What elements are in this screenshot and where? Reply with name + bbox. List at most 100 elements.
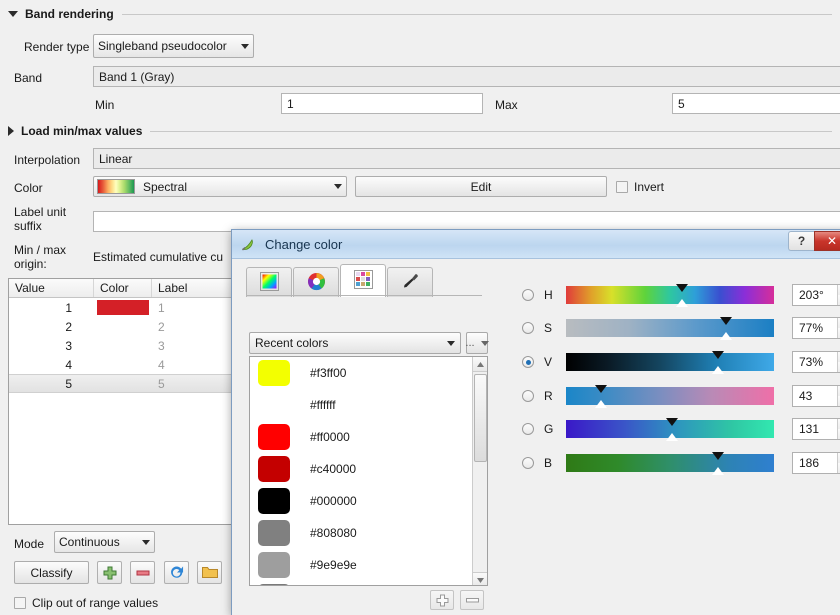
spinbox-r[interactable]: 43 [792,385,840,407]
color-scheme-combo[interactable]: Recent colors [249,332,461,354]
chevron-down-icon[interactable] [8,11,18,17]
tab-color-wheel[interactable] [293,267,339,297]
list-item[interactable]: #c40000 [250,453,473,485]
max-input[interactable]: 5 [672,93,840,114]
render-type-combo[interactable]: Singleband pseudocolor [93,34,254,58]
minmax-origin-label: Min / max origin: [14,243,67,271]
recent-colors-scrollbar[interactable] [472,357,487,585]
slider-handle-top[interactable] [711,351,724,359]
remove-class-button[interactable] [130,561,155,584]
slider-handle-bottom[interactable] [711,366,724,374]
spinbox-b[interactable]: 186 [792,452,840,474]
color-swatch[interactable] [258,360,290,386]
tab-color-swatch-grid[interactable] [340,264,386,297]
load-minmax-group-header[interactable]: Load min/max values [8,122,832,140]
checkbox-icon[interactable] [14,597,26,609]
cell-color[interactable] [94,300,152,315]
color-ramp-combo[interactable]: Spectral [93,176,347,197]
min-input[interactable]: 1 [281,93,483,114]
slider-track-s[interactable] [566,317,774,340]
radio-r[interactable] [522,390,534,402]
slider-handle-bottom[interactable] [676,299,689,307]
list-item[interactable] [250,581,473,585]
scrollbar-thumb[interactable] [474,374,487,462]
list-item[interactable]: #9e9e9e [250,549,473,581]
eyedropper-icon [401,272,420,294]
scroll-down-icon[interactable] [473,572,487,585]
color-swatch[interactable] [258,424,290,450]
color-swatch[interactable] [258,520,290,546]
slider-gradient [566,353,774,371]
slider-label-s: S [544,321,553,335]
remove-color-button[interactable] [460,590,484,610]
slider-handle-bottom[interactable] [720,332,733,340]
table-row[interactable]: 55 [9,374,232,393]
slider-track-g[interactable] [566,418,774,441]
slider-track-b[interactable] [566,452,774,475]
spinbox-v[interactable]: 73% [792,351,840,373]
list-item[interactable]: #f3ff00 [250,357,473,389]
slider-handle-top[interactable] [595,385,608,393]
radio-s[interactable] [522,322,534,334]
reload-button[interactable] [164,561,189,584]
radio-v[interactable] [522,356,534,368]
slider-label-g: G [544,422,554,436]
spinbox-s[interactable]: 77% [792,317,840,339]
close-button[interactable]: ✕ [814,231,840,251]
slider-handle-top[interactable] [720,317,733,325]
add-class-button[interactable] [97,561,122,584]
list-item[interactable]: #808080 [250,517,473,549]
radio-g[interactable] [522,423,534,435]
spinbox-g[interactable]: 131 [792,418,840,440]
color-swatch[interactable] [97,300,149,315]
slider-track-r[interactable] [566,385,774,408]
cell-label: 5 [158,376,165,391]
color-swatch[interactable] [258,584,290,585]
slider-track-h[interactable] [566,284,774,307]
slider-track-v[interactable] [566,351,774,374]
slider-handle-top[interactable] [666,418,679,426]
radio-h[interactable] [522,289,534,301]
tab-color-picker[interactable] [387,267,433,297]
color-swatch[interactable] [258,552,290,578]
tab-gradient-ramp[interactable] [246,267,292,297]
slider-handle-top[interactable] [711,452,724,460]
load-colormap-button[interactable] [197,561,222,584]
cell-value: 5 [65,376,72,391]
chevron-down-icon [241,43,249,49]
add-color-button[interactable] [430,590,454,610]
spinbox-h[interactable]: 203° [792,284,840,306]
slider-handle-bottom[interactable] [666,433,679,441]
table-row[interactable]: 33 [9,336,232,355]
table-row[interactable]: 44 [9,355,232,374]
radio-b[interactable] [522,457,534,469]
scroll-up-icon[interactable] [473,357,487,372]
mode-combo[interactable]: Continuous [54,531,155,553]
list-item[interactable]: #ff0000 [250,421,473,453]
chevron-right-icon[interactable] [8,126,14,136]
color-swatch[interactable] [258,488,290,514]
color-map-table[interactable]: Value Color Label 1122334455 [8,278,233,525]
color-scheme-options-button[interactable]: ... [465,332,489,354]
band-rendering-group-header[interactable]: Band rendering [8,5,832,23]
recent-colors-list[interactable]: #f3ff00 #ffffff #ff0000 #c40000 #000000 #8080… [249,356,488,586]
band-combo[interactable]: Band 1 (Gray) [93,66,840,87]
help-button[interactable]: ? [788,231,814,251]
slider-handle-bottom[interactable] [711,467,724,475]
edit-ramp-button[interactable]: Edit [355,176,607,197]
invert-checkbox-row[interactable]: Invert [616,180,664,194]
list-item[interactable]: #000000 [250,485,473,517]
slider-handle-bottom[interactable] [595,400,608,408]
clip-out-of-range-row[interactable]: Clip out of range values [14,596,158,610]
classify-button[interactable]: Classify [14,561,89,584]
interpolation-combo[interactable]: Linear [93,148,840,169]
interpolation-label: Interpolation [14,153,81,167]
dialog-title-bar[interactable]: Change color ? ✕ [232,230,840,259]
list-item[interactable]: #ffffff [250,389,473,421]
checkbox-icon[interactable] [616,181,628,193]
color-swatch[interactable] [258,456,290,482]
color-swatch[interactable] [258,392,290,418]
slider-handle-top[interactable] [676,284,689,292]
table-row[interactable]: 22 [9,317,232,336]
table-row[interactable]: 11 [9,298,232,317]
